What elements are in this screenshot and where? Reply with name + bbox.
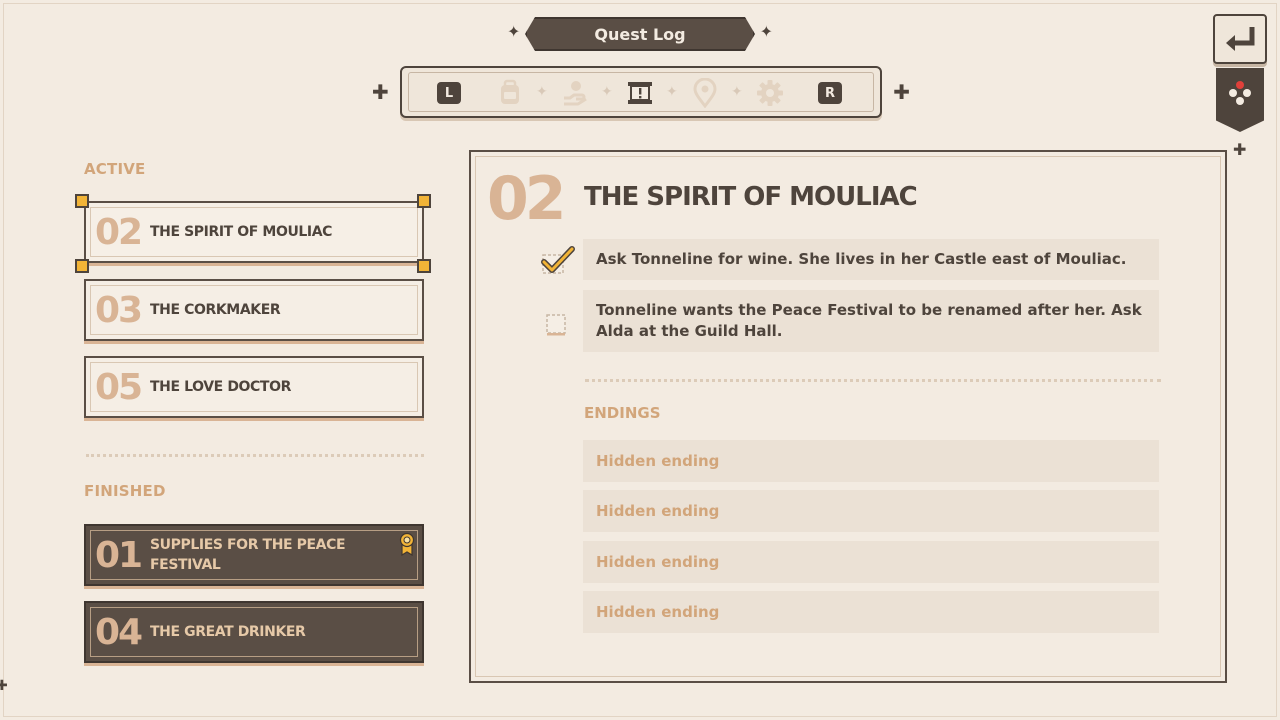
quest-item-01[interactable]: 01 SUPPLIES FOR THE PEACE FESTIVAL [84,524,424,586]
quest-number: 03 [94,289,143,331]
ending-item: Hidden ending [583,591,1159,633]
detail-quest-title: THE SPIRIT OF MOULIAC [584,182,918,212]
objective-text: Tonneline wants the Peace Festival to be… [596,301,1142,340]
objective-text: Ask Tonneline for wine. She lives in her… [596,250,1127,268]
ending-item: Hidden ending [583,541,1159,583]
title-banner: ✦ Quest Log ✦ [507,16,773,52]
tab-separator-icon: ✦ [666,84,678,100]
award-ribbon-icon [398,532,416,560]
endings-divider [585,379,1161,382]
section-divider [86,454,424,457]
ending-item: Hidden ending [583,440,1159,482]
tab-bar: ✚ ✚ L ✦ ✦ ✦ ✦ R [372,66,910,120]
selection-corner-icon [417,194,431,208]
controller-banner [1216,68,1264,132]
quest-detail-panel: 02 THE SPIRIT OF MOULIAC Ask Tonneline f… [469,150,1227,683]
tab-next-key[interactable]: R [815,78,845,108]
backpack-icon [501,79,519,104]
tab-inventory[interactable] [495,78,525,108]
empty-checkbox-icon [541,310,575,344]
ending-text: Hidden ending [596,553,720,571]
active-heading: ACTIVE [84,160,146,178]
ending-text: Hidden ending [596,452,720,470]
tab-quest-log[interactable] [625,78,655,108]
r-key-label: R [818,82,842,104]
ending-item: Hidden ending [583,490,1159,532]
quest-title: THE LOVE DOCTOR [150,378,291,395]
quest-title: THE GREAT DRINKER [150,623,306,640]
tab-separator-icon: ✦ [731,84,743,100]
quest-item-05[interactable]: 05 THE LOVE DOCTOR [84,356,424,418]
ornament-plus-icon: ✚ [893,80,910,104]
ornament-plus-icon: ✦ [759,22,773,41]
page-title: Quest Log [525,17,755,51]
ornament-plus-icon: ✚ [0,678,8,694]
back-button[interactable] [1213,14,1267,64]
quest-number: 02 [94,211,143,253]
tab-separator-icon: ✦ [536,84,548,100]
gear-icon [757,80,783,106]
selection-corner-icon [417,259,431,273]
selection-corner-icon [75,259,89,273]
quest-title: THE CORKMAKER [150,301,281,318]
tab-separator-icon: ✦ [601,84,613,100]
quest-scroll-icon [628,82,652,104]
objective-item: Tonneline wants the Peace Festival to be… [583,290,1159,352]
hand-coin-icon [564,81,587,106]
ending-text: Hidden ending [596,603,720,621]
quest-item-02[interactable]: 02 THE SPIRIT OF MOULIAC [84,201,424,263]
l-key-label: L [437,82,461,104]
ending-text: Hidden ending [596,502,720,520]
detail-quest-number: 02 [487,164,566,234]
objective-item: Ask Tonneline for wine. She lives in her… [583,239,1159,280]
return-arrow-icon [1226,27,1255,51]
ornament-plus-icon: ✦ [507,22,521,41]
quest-title: THE SPIRIT OF MOULIAC [150,223,333,240]
checkmark-icon [541,246,575,280]
tab-settings[interactable] [755,78,785,108]
selection-corner-icon [75,194,89,208]
controller-buttons-icon [1229,81,1251,105]
quest-title: SUPPLIES FOR THE PEACE FESTIVAL [150,536,346,573]
map-pin-icon [693,78,717,108]
tab-trade[interactable] [560,78,590,108]
quest-number: 05 [94,366,143,408]
finished-heading: FINISHED [84,482,166,500]
quest-item-03[interactable]: 03 THE CORKMAKER [84,279,424,341]
endings-heading: ENDINGS [584,404,661,422]
quest-number: 01 [94,534,143,576]
ornament-plus-icon: ✚ [372,80,389,104]
ornament-plus-icon: ✚ [1233,140,1247,159]
tab-prev-key[interactable]: L [434,78,464,108]
quest-number: 04 [94,611,143,653]
tab-map[interactable] [690,78,720,108]
quest-item-04[interactable]: 04 THE GREAT DRINKER [84,601,424,663]
